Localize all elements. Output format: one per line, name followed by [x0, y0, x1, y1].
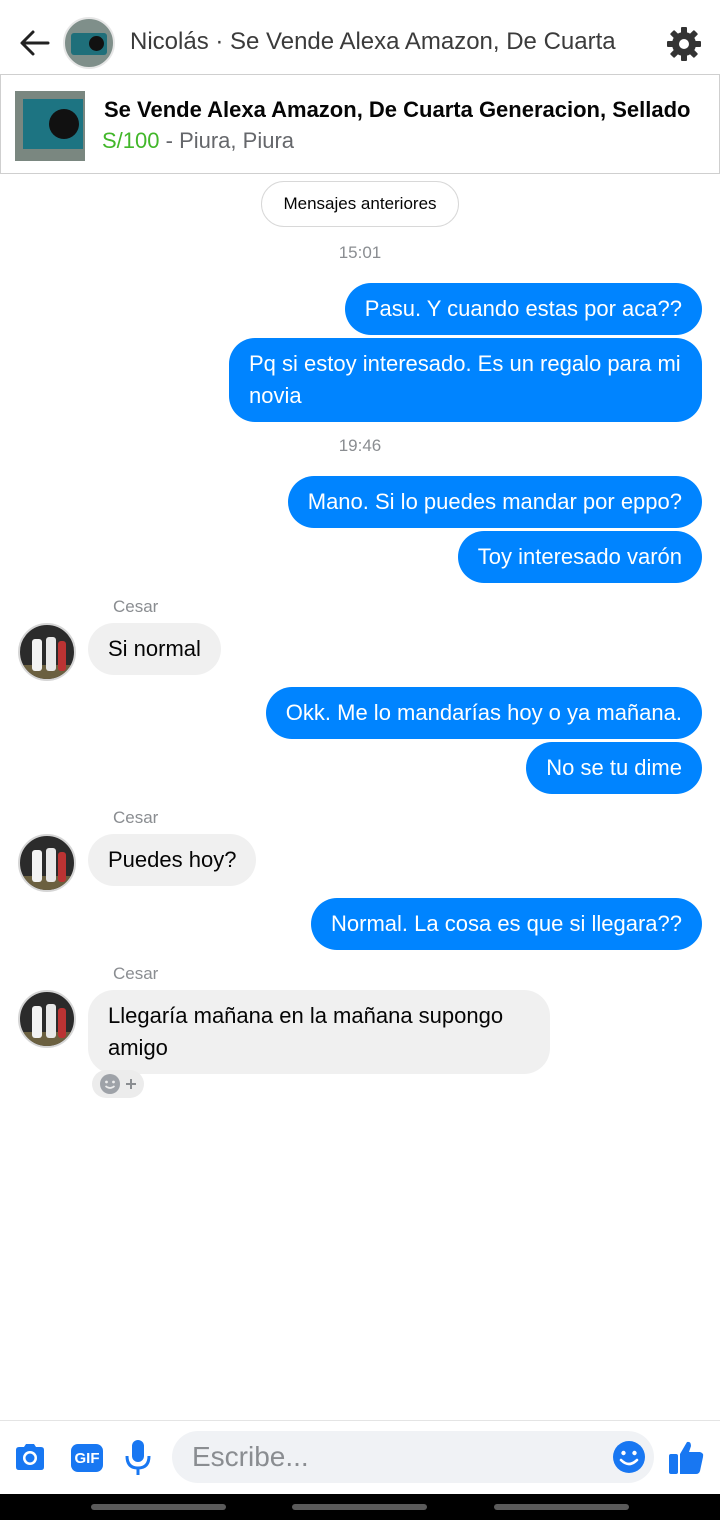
nav-recents-handle[interactable]	[91, 1504, 226, 1510]
nav-back-handle[interactable]	[494, 1504, 629, 1510]
listing-details: S/100 - Piura, Piura	[102, 128, 294, 154]
chat-title[interactable]: Nicolás · Se Vende Alexa Amazon, De Cuar…	[130, 28, 630, 56]
system-navigation-bar	[0, 1494, 720, 1520]
plus-icon	[125, 1079, 136, 1089]
smiley-icon[interactable]	[611, 1439, 647, 1475]
sender-avatar[interactable]	[18, 834, 76, 892]
incoming-message[interactable]: Si normal	[88, 623, 221, 675]
nav-home-handle[interactable]	[292, 1504, 427, 1510]
outgoing-message[interactable]: No se tu dime	[526, 742, 702, 794]
sender-avatar[interactable]	[18, 623, 76, 681]
older-messages-button[interactable]: Mensajes anteriores	[261, 181, 459, 227]
message-input[interactable]: Escribe...	[172, 1431, 654, 1483]
thumbs-up-icon[interactable]	[666, 1437, 706, 1477]
camera-icon[interactable]	[12, 1439, 48, 1475]
listing-title: Se Vende Alexa Amazon, De Cuarta Generac…	[104, 97, 691, 122]
sender-avatar[interactable]	[18, 990, 76, 1048]
listing-card[interactable]: Se Vende Alexa Amazon, De Cuarta Generac…	[0, 74, 720, 174]
listing-avatar[interactable]	[63, 17, 115, 69]
listing-price: S/100	[102, 128, 160, 153]
back-arrow-icon[interactable]	[18, 26, 52, 60]
sender-name: Cesar	[113, 808, 159, 827]
outgoing-message[interactable]: Pq si estoy interesado. Es un regalo par…	[229, 338, 702, 422]
listing-separator: -	[159, 128, 180, 153]
outgoing-message[interactable]: Normal. La cosa es que si llegara??	[311, 898, 702, 950]
sender-name: Cesar	[113, 597, 159, 616]
timestamp: 19:46	[338, 436, 382, 455]
microphone-icon[interactable]	[124, 1438, 152, 1478]
listing-location: Piura, Piura	[179, 128, 295, 153]
listing-thumbnail	[15, 91, 85, 161]
timestamp: 15:01	[338, 243, 382, 262]
outgoing-message[interactable]: Pasu. Y cuando estas por aca??	[344, 283, 702, 335]
message-composer: GIF Escribe...	[0, 1420, 720, 1495]
sender-name: Cesar	[113, 964, 159, 983]
gear-icon[interactable]	[664, 24, 704, 64]
gif-button[interactable]: GIF	[71, 1444, 103, 1472]
outgoing-message[interactable]: Okk. Me lo mandarías hoy o ya mañana.	[265, 687, 702, 739]
incoming-message[interactable]: Puedes hoy?	[88, 834, 257, 886]
outgoing-message[interactable]: Mano. Si lo puedes mandar por eppo?	[287, 476, 702, 528]
outgoing-message[interactable]: Toy interesado varón	[457, 531, 702, 583]
smiley-icon	[99, 1074, 120, 1094]
add-reaction-button[interactable]	[92, 1070, 144, 1098]
incoming-message[interactable]: Llegaría mañana en la mañana supongo ami…	[88, 990, 550, 1074]
